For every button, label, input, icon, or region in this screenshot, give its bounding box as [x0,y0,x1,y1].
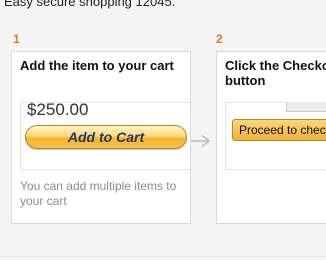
checkout-panel: Op Proceed to checkout [225,102,326,170]
step-title-1: Add the item to your cart [20,58,174,73]
header-text: Easy secure shopping 12045. [4,0,176,9]
step-card-checkout: Click the Checkout button Op Proceed to … [216,51,326,224]
add-to-cart-button[interactable]: Add to Cart [25,125,187,149]
step-title-2: Click the Checkout button [225,58,326,88]
sort-chip: Op [286,103,326,112]
step-card-add-to-cart: Add the item to your cart $250.00 Add to… [11,51,191,224]
item-price: $250.00 [27,100,89,119]
proceed-to-checkout-button[interactable]: Proceed to checkout [232,119,326,141]
step-number-1: 1 [13,32,20,46]
bottom-divider [0,256,326,257]
arrow-right-icon [191,134,211,148]
step-note: You can add multiple items to your cart [20,179,177,208]
product-panel: $250.00 Add to Cart [20,100,190,170]
step-number-2: 2 [216,32,223,46]
